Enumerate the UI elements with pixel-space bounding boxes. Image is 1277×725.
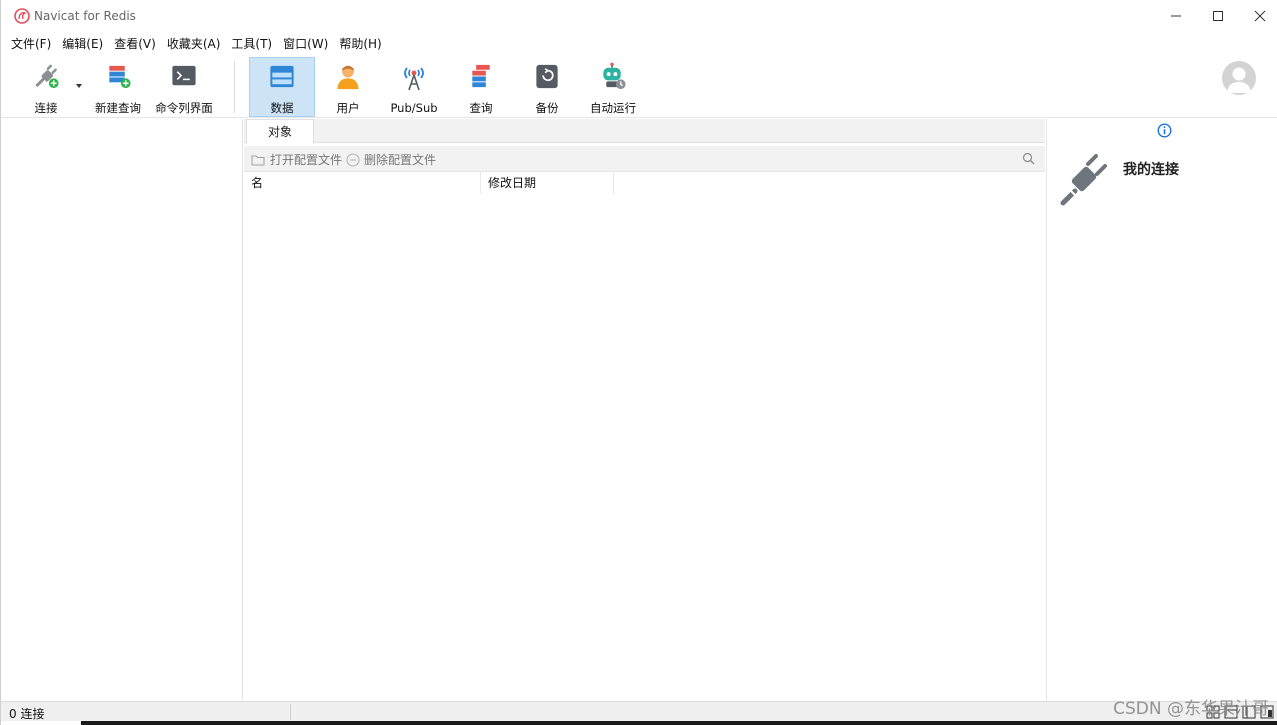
- new-query-label: 新建查询: [95, 101, 141, 115]
- info-panel: 我的连接: [1046, 119, 1277, 701]
- connection-title: 我的连接: [1123, 162, 1179, 178]
- pubsub-button[interactable]: Pub/Sub: [389, 58, 439, 116]
- plug-icon: [35, 64, 59, 89]
- delete-profile-label: 删除配置文件: [364, 153, 437, 167]
- close-icon: [1254, 10, 1266, 22]
- user-button[interactable]: 用户: [332, 58, 364, 116]
- backup-icon: [536, 64, 558, 89]
- robot-icon: [603, 62, 626, 90]
- tab-objects[interactable]: 对象: [246, 119, 314, 144]
- connect-dropdown-icon[interactable]: [76, 84, 82, 88]
- window-title: Navicat for Redis: [34, 9, 136, 23]
- menu-help[interactable]: 帮助(H): [339, 34, 381, 54]
- table-icon: [270, 65, 294, 88]
- maximize-icon: [1213, 11, 1223, 21]
- watermark: CSDN @东华果汁哥: [1113, 699, 1269, 719]
- menu-tools[interactable]: 工具(T): [231, 34, 272, 54]
- folder-icon: [251, 155, 265, 165]
- title-bar: Navicat for Redis: [1, 0, 1277, 32]
- minimize-icon: [1171, 15, 1181, 17]
- object-toolbar: 打开配置文件 删除配置文件: [244, 146, 1045, 172]
- automation-button[interactable]: 自动运行: [589, 58, 637, 116]
- navicat-logo-icon: [14, 8, 30, 24]
- status-bar: 0 连接: [1, 701, 1277, 721]
- query-icon: [472, 64, 490, 88]
- connection-plug-icon: [1060, 154, 1107, 206]
- backup-button[interactable]: 备份: [531, 58, 563, 116]
- close-button[interactable]: [1239, 0, 1277, 32]
- column-name[interactable]: 名: [244, 172, 481, 194]
- connect-button[interactable]: 连接: [29, 58, 63, 116]
- query-button[interactable]: 查询: [465, 58, 497, 116]
- app-window: Navicat for Redis 文件(F) 编辑(E) 查看(V) 收藏夹(…: [0, 0, 1277, 725]
- connection-tree-panel[interactable]: [7, 119, 243, 701]
- open-profile-label: 打开配置文件: [270, 153, 343, 167]
- console-label: 命令列界面: [155, 101, 213, 115]
- menu-file[interactable]: 文件(F): [11, 34, 51, 54]
- new-query-icon: [109, 65, 131, 89]
- console-button[interactable]: 命令列界面: [154, 58, 214, 116]
- user-icon: [337, 65, 359, 90]
- menu-favorites[interactable]: 收藏夹(A): [167, 34, 221, 54]
- menu-view[interactable]: 查看(V): [114, 34, 156, 54]
- info-icon[interactable]: [1157, 123, 1172, 138]
- menu-window[interactable]: 窗口(W): [283, 34, 328, 54]
- avatar-icon: [1227, 67, 1251, 93]
- search-icon[interactable]: [1022, 152, 1035, 165]
- taskbar-strip: [81, 721, 1277, 725]
- delete-profile-button[interactable]: 删除配置文件: [346, 151, 436, 168]
- status-divider: [290, 704, 291, 720]
- column-modified-date[interactable]: 修改日期: [481, 172, 614, 194]
- automation-label: 自动运行: [590, 101, 636, 115]
- main-toolbar: 连接 新建查询 命令列界面 数据 用户 Pub/Sub 查询 备份 自动运行: [1, 55, 1277, 118]
- terminal-icon: [172, 65, 196, 86]
- menu-bar: 文件(F) 编辑(E) 查看(V) 收藏夹(A) 工具(T) 窗口(W) 帮助(…: [1, 34, 1277, 54]
- menu-edit[interactable]: 编辑(E): [62, 34, 103, 54]
- minimize-button[interactable]: [1155, 0, 1197, 32]
- backup-label: 备份: [535, 101, 559, 115]
- object-list-header: 名 修改日期: [244, 172, 1045, 194]
- query-label: 查询: [469, 101, 493, 115]
- toolbar-separator: [234, 61, 235, 113]
- delete-icon: [346, 153, 360, 166]
- tab-strip: 对象: [244, 119, 1045, 144]
- broadcast-icon: [404, 67, 424, 91]
- object-panel: 对象 打开配置文件 删除配置文件 名 修改日期: [244, 119, 1045, 701]
- new-query-button[interactable]: 新建查询: [93, 58, 143, 116]
- maximize-button[interactable]: [1197, 0, 1239, 32]
- data-label: 数据: [270, 101, 294, 115]
- user-avatar[interactable]: [1222, 61, 1256, 95]
- connect-label: 连接: [34, 101, 58, 115]
- open-profile-button[interactable]: 打开配置文件: [251, 151, 342, 168]
- user-label: 用户: [336, 101, 360, 115]
- connection-count: 0 连接: [9, 707, 45, 721]
- data-button[interactable]: 数据: [249, 57, 315, 117]
- pubsub-label: Pub/Sub: [390, 101, 438, 115]
